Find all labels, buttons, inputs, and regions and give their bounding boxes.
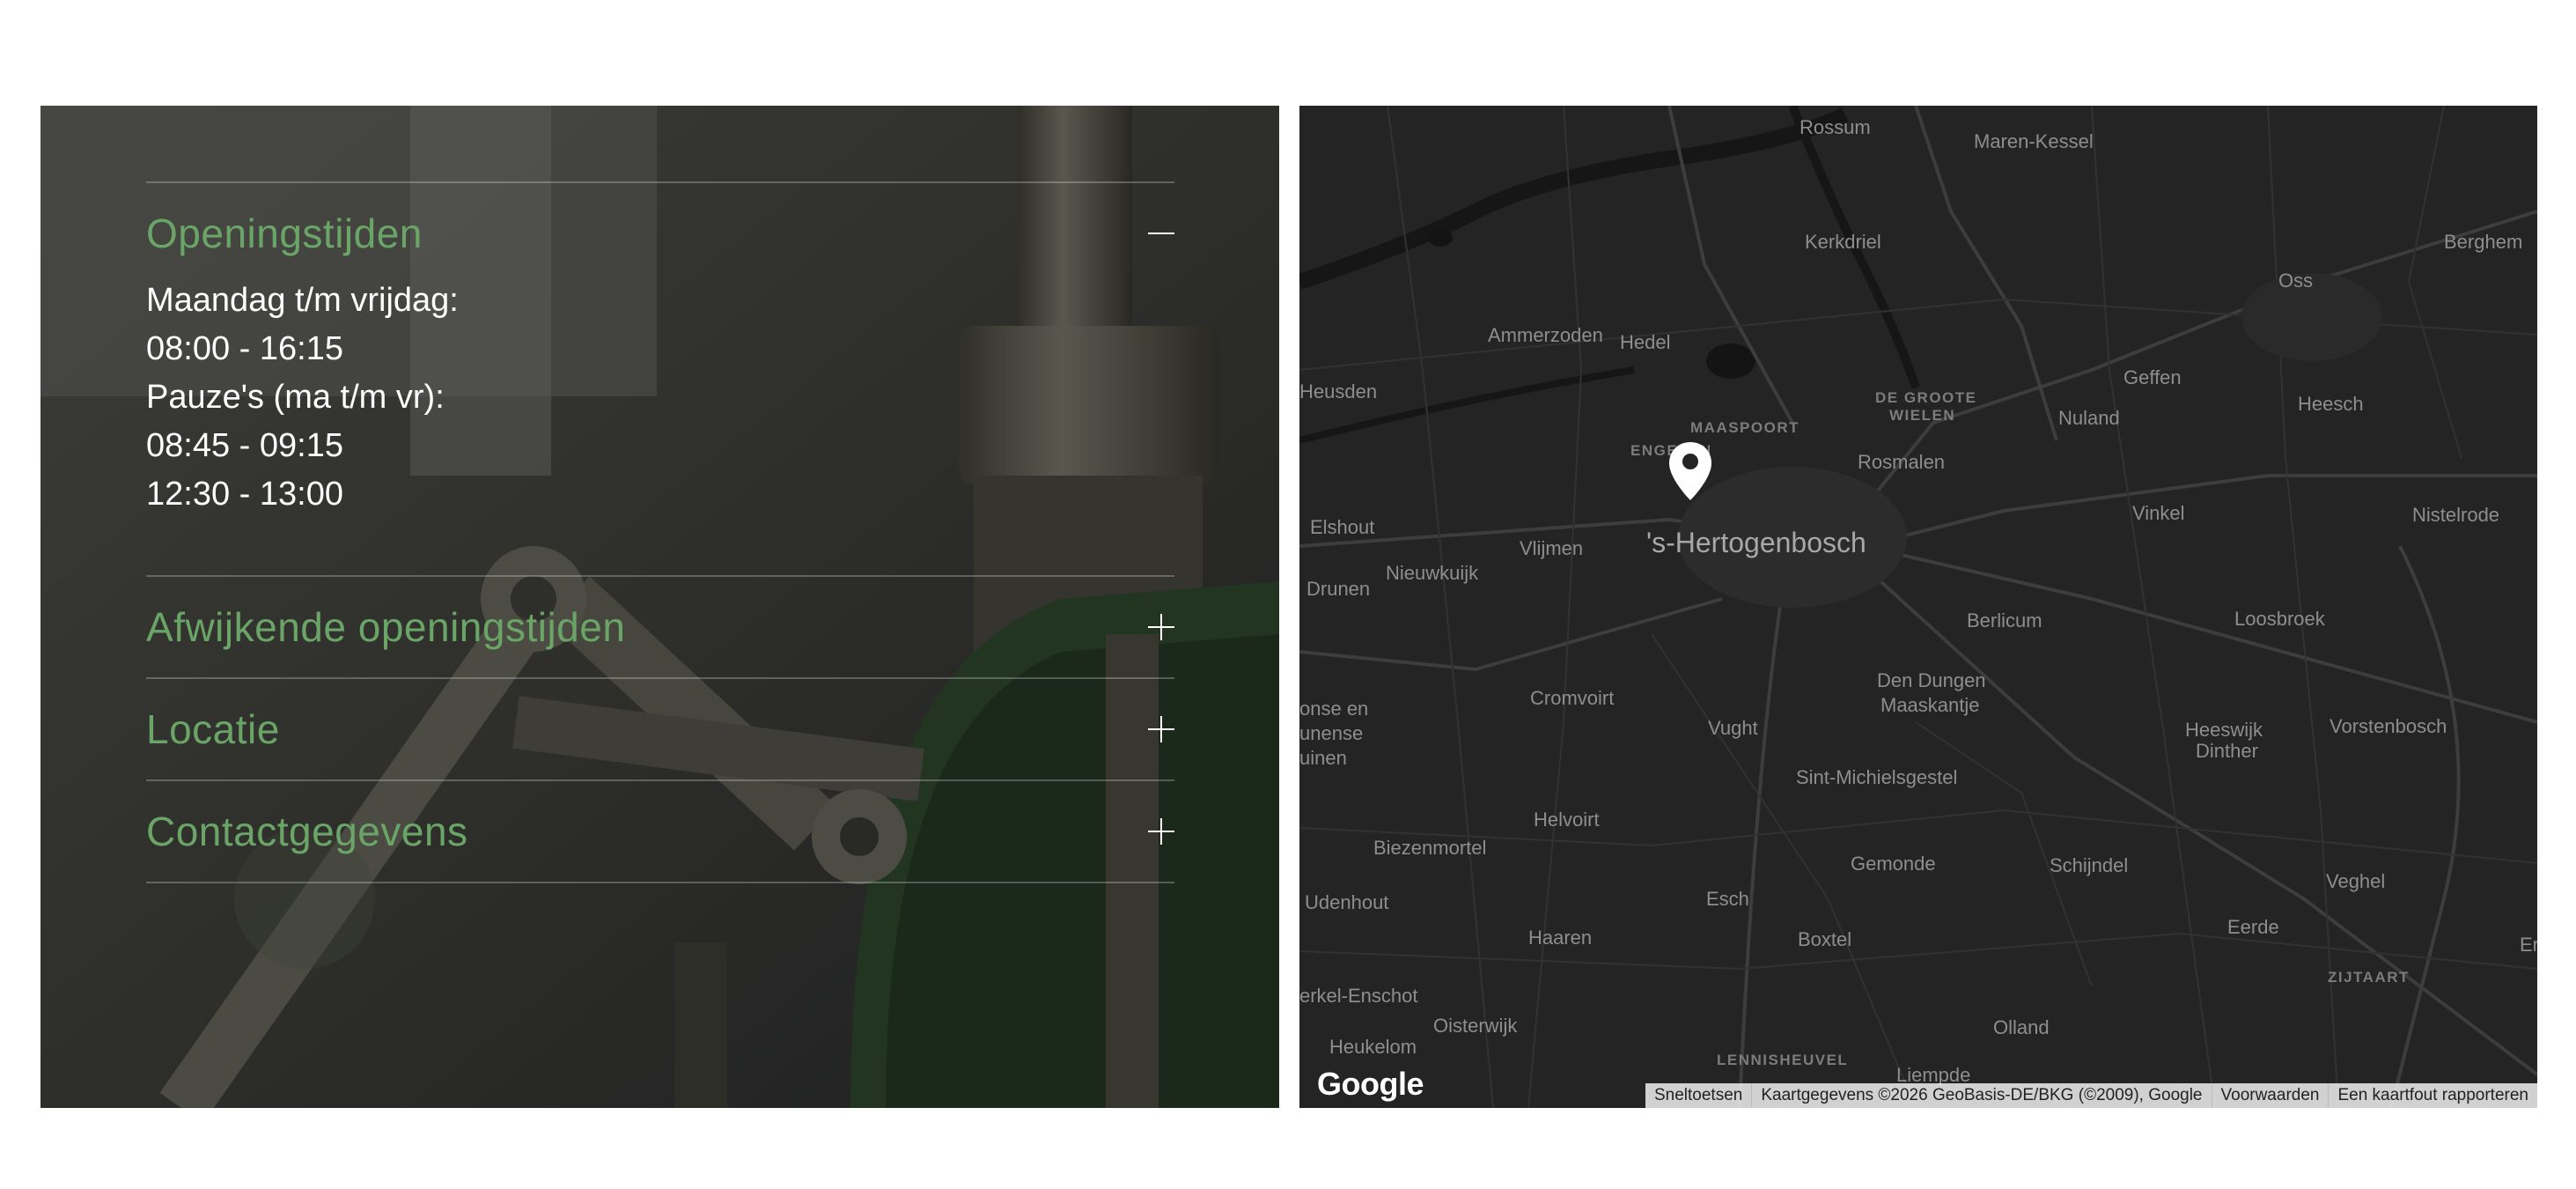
- plus-icon[interactable]: [1148, 716, 1174, 742]
- map-label: Drunen: [1306, 578, 1371, 600]
- map-label: Helvoirt: [1534, 809, 1600, 831]
- map-data-credit: Kaartgegevens ©2026 GeoBasis-DE/BKG (©20…: [1751, 1083, 2211, 1108]
- map-label: LENNISHEUVEL: [1717, 1052, 1849, 1068]
- map-label: Olland: [1993, 1016, 2050, 1038]
- hours-line: Maandag t/m vrijdag:: [146, 282, 459, 319]
- map-label: Maren-Kessel: [1974, 130, 2094, 152]
- hours-line: 12:30 - 13:00: [146, 476, 343, 513]
- map-label: Geffen: [2123, 366, 2182, 388]
- map-label-city: 's-Hertogenbosch: [1646, 527, 1866, 558]
- map-label: Haaren: [1528, 927, 1593, 949]
- opening-hours-content: Maandag t/m vrijdag: 08:00 - 16:15 Pauze…: [146, 277, 1174, 575]
- report-map-error-link[interactable]: Een kaartfout rapporteren: [2328, 1083, 2537, 1108]
- accordion-header-locatie[interactable]: Locatie: [146, 679, 1174, 779]
- map-label: Berghem: [2444, 231, 2523, 253]
- map-label: Schijndel: [2050, 854, 2129, 876]
- map-label: Sint-Michielsgestel: [1796, 766, 1958, 788]
- minus-icon[interactable]: [1148, 220, 1174, 247]
- map-label: Hedel: [1620, 331, 1671, 353]
- map-roads: [1299, 106, 2537, 1108]
- google-map[interactable]: Rossum Maren-Kessel Kerkdriel Berghem Os…: [1299, 106, 2537, 1108]
- map-label: Kerkdriel: [1805, 231, 1881, 253]
- map-label: Maaskantje: [1880, 694, 1980, 716]
- map-label: Ammerzoden: [1488, 324, 1603, 346]
- map-label: Boxtel: [1798, 928, 1852, 950]
- hours-line: 08:45 - 09:15: [146, 427, 343, 464]
- map-label: Heukelom: [1329, 1036, 1417, 1058]
- map-label: DE GROOTE: [1875, 389, 1977, 406]
- map-label: Esch: [1706, 888, 1749, 910]
- map-label: Rosmalen: [1858, 451, 1946, 473]
- map-label: Dinther: [2196, 740, 2258, 762]
- accordion-item-locatie: Locatie: [146, 677, 1174, 779]
- accordion-title: Openingstijden: [146, 210, 423, 256]
- plus-icon[interactable]: [1148, 614, 1174, 640]
- map-attribution-bar: Sneltoetsen Kaartgegevens ©2026 GeoBasis…: [1645, 1083, 2537, 1108]
- map-label: Oss: [2278, 270, 2314, 292]
- info-panel: Openingstijden Maandag t/m vrijdag: 08:0…: [40, 106, 1279, 1108]
- map-label: Cromvoirt: [1530, 687, 1615, 709]
- map-label: Oisterwijk: [1433, 1015, 1518, 1037]
- map-label: Heesch: [2298, 393, 2364, 415]
- map-label: Vlijmen: [1520, 537, 1584, 559]
- map-label: Vinkel: [2132, 502, 2185, 524]
- accordion-item-openingstijden: Openingstijden Maandag t/m vrijdag: 08:0…: [146, 181, 1174, 575]
- accordion-header-contactgegevens[interactable]: Contactgegevens: [146, 781, 1174, 882]
- map-label: MAASPOORT: [1690, 419, 1800, 436]
- accordion-title: Contactgegevens: [146, 809, 468, 854]
- terms-link[interactable]: Voorwaarden: [2211, 1083, 2329, 1108]
- map-label: Loosbroek: [2234, 608, 2325, 630]
- map-label: Berlicum: [1967, 609, 2042, 631]
- map-label: Vught: [1708, 717, 1758, 739]
- accordion-item-afwijkende-openingstijden: Afwijkende openingstijden: [146, 575, 1174, 677]
- map-label: uinen: [1299, 747, 1347, 769]
- map-label: Er: [2520, 934, 2537, 956]
- map-label: Rossum: [1800, 116, 1871, 138]
- map-label: Nieuwkuijk: [1386, 562, 1479, 584]
- location-pin-icon[interactable]: [1669, 442, 1711, 500]
- google-logo: Google: [1317, 1066, 1424, 1102]
- map-label: Nuland: [2058, 407, 2120, 429]
- hours-line: Pauze's (ma t/m vr):: [146, 379, 445, 416]
- map-label: onse en: [1299, 698, 1369, 720]
- map-label: Veghel: [2326, 870, 2386, 892]
- map-label: erkel-Enschot: [1299, 985, 1418, 1007]
- map-label: Heeswijk: [2185, 719, 2263, 741]
- accordion-title: Locatie: [146, 706, 280, 752]
- map-label: Vorstenbosch: [2329, 715, 2447, 737]
- accordion-header-openingstijden[interactable]: Openingstijden: [146, 183, 1174, 284]
- map-label: Eerde: [2227, 916, 2279, 938]
- keyboard-shortcuts-link[interactable]: Sneltoetsen: [1645, 1083, 1751, 1108]
- map-label: Udenhout: [1305, 891, 1389, 913]
- map-label: unense: [1299, 722, 1364, 744]
- info-accordion: Openingstijden Maandag t/m vrijdag: 08:0…: [146, 181, 1174, 883]
- map-label: Heusden: [1299, 380, 1378, 402]
- map-label: Gemonde: [1851, 853, 1936, 875]
- map-label: Nistelrode: [2412, 504, 2500, 526]
- map-label: WIELEN: [1889, 407, 1956, 424]
- map-label: Den Dungen: [1877, 669, 1986, 691]
- map-label: ZIJTAART: [2328, 969, 2410, 986]
- accordion-header-afwijkende-openingstijden[interactable]: Afwijkende openingstijden: [146, 577, 1174, 677]
- hours-line: 08:00 - 16:15: [146, 330, 343, 367]
- map-label: Elshout: [1310, 516, 1375, 538]
- plus-icon[interactable]: [1148, 818, 1174, 845]
- accordion-item-contactgegevens: Contactgegevens: [146, 779, 1174, 883]
- accordion-title: Afwijkende openingstijden: [146, 604, 626, 650]
- map-label: Biezenmortel: [1373, 837, 1487, 859]
